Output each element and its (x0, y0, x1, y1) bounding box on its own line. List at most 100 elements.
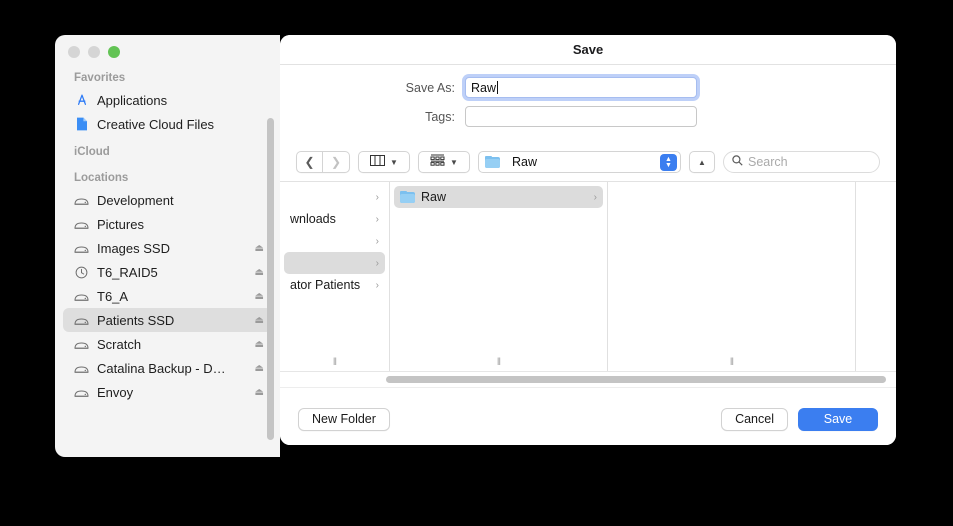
browser-column-3[interactable]: ‖ (608, 182, 856, 371)
drive-icon (73, 339, 90, 350)
sidebar-item-development[interactable]: Development (63, 188, 272, 212)
drive-icon (73, 243, 90, 254)
sidebar-item-images-ssd[interactable]: Images SSD ⏏ (63, 236, 272, 260)
list-item-label: Raw (421, 190, 447, 204)
search-field[interactable]: Search (723, 151, 880, 173)
drive-icon (73, 315, 90, 326)
chevron-up-icon: ▲ (698, 157, 706, 167)
browser-column-1[interactable]: › wnloads › › › ator Patients › ‖ (280, 182, 390, 371)
text-caret (497, 81, 499, 94)
save-as-label: Save As: (405, 80, 455, 95)
sidebar-item-applications[interactable]: Applications (63, 88, 272, 112)
sidebar-item-label: Applications (97, 92, 168, 108)
eject-icon[interactable]: ⏏ (255, 291, 264, 302)
dialog-footer: New Folder Cancel Save (280, 388, 896, 445)
chevron-right-icon: › (375, 213, 379, 225)
column-view-icon (370, 153, 386, 171)
sidebar-item-t6-raid5[interactable]: T6_RAID5 ⏏ (63, 260, 272, 284)
group-by-icon (430, 153, 445, 171)
sidebar-item-catalina-backup[interactable]: Catalina Backup - D… ⏏ (63, 356, 272, 380)
view-mode-button[interactable]: ▼ (358, 151, 410, 173)
footer-actions: Cancel Save (721, 407, 878, 431)
list-item-label: ator Patients (290, 278, 361, 292)
sidebar-header-locations: Locations (74, 172, 129, 184)
sidebar-item-label: Envoy (97, 384, 134, 400)
cancel-button[interactable]: Cancel (721, 407, 788, 431)
tags-label: Tags: (425, 109, 455, 124)
column-resize-grip[interactable]: ‖ (730, 357, 734, 368)
sidebar-header-icloud: iCloud (74, 146, 110, 158)
dialog-titlebar: Save (280, 35, 896, 65)
new-folder-button[interactable]: New Folder (298, 407, 390, 431)
list-item[interactable]: › (284, 186, 385, 208)
sidebar-item-label: Patients SSD (97, 312, 175, 328)
save-form: Save As: Raw Tags: (280, 65, 896, 145)
drive-icon (73, 387, 90, 398)
column-resize-grip[interactable]: ‖ (497, 357, 501, 368)
chevron-right-icon: › (375, 279, 379, 291)
app-store-icon (73, 93, 90, 107)
sidebar-list: Favorites Applications Creative Cloud Fi… (55, 58, 280, 440)
eject-icon[interactable]: ⏏ (255, 339, 264, 350)
save-as-row: Save As: Raw (280, 77, 896, 98)
back-button[interactable]: ❮ (296, 151, 323, 173)
column-resize-grip[interactable]: ‖ (333, 357, 337, 368)
sidebar-scrollbar-thumb[interactable] (267, 118, 274, 440)
document-icon (73, 117, 90, 131)
chevron-right-icon: › (375, 257, 379, 269)
eject-icon[interactable]: ⏏ (255, 267, 264, 278)
chevron-down-icon: ▼ (390, 157, 398, 167)
sidebar-item-pictures[interactable]: Pictures (63, 212, 272, 236)
group-by-button[interactable]: ▼ (418, 151, 470, 173)
drive-icon (73, 363, 90, 374)
destination-popup-button[interactable]: Raw ▲ ▼ (478, 151, 681, 173)
drive-icon (73, 291, 90, 302)
list-item[interactable]: › (284, 230, 385, 252)
sidebar-item-label: Scratch (97, 336, 142, 352)
path-toolbar: ❮ ❯ ▼ ▼ Raw ▲ ▼ ▲ Search (280, 145, 896, 182)
horizontal-scrollbar[interactable] (280, 372, 896, 388)
chevron-right-icon: › (593, 191, 597, 203)
sidebar-item-scratch[interactable]: Scratch ⏏ (63, 332, 272, 356)
eject-icon[interactable]: ⏏ (255, 363, 264, 374)
list-item-selected[interactable]: › (284, 252, 385, 274)
sidebar-item-label: Creative Cloud Files (97, 116, 215, 132)
clock-icon (73, 266, 90, 279)
search-icon (732, 153, 743, 171)
tags-input[interactable] (465, 106, 697, 127)
eject-icon[interactable]: ⏏ (255, 387, 264, 398)
sidebar-item-label: T6_A (97, 288, 129, 304)
list-item-selected[interactable]: Raw › (394, 186, 603, 208)
list-item-label: wnloads (290, 212, 336, 226)
sidebar-item-label: Pictures (97, 216, 144, 232)
minimize-button[interactable] (88, 46, 100, 58)
browser-column-2[interactable]: Raw › ‖ (390, 182, 608, 371)
sidebar-item-creative-cloud-files[interactable]: Creative Cloud Files (63, 112, 272, 136)
nav-buttons: ❮ ❯ (296, 151, 350, 173)
list-item[interactable]: ator Patients › (284, 274, 385, 296)
eject-icon[interactable]: ⏏ (255, 315, 264, 326)
up-down-chevrons-icon[interactable]: ▲ ▼ (660, 154, 677, 171)
browser-column-4[interactable] (856, 182, 896, 371)
save-as-input[interactable]: Raw (465, 77, 697, 98)
sidebar-item-label: T6_RAID5 (97, 264, 158, 280)
save-button[interactable]: Save (798, 407, 878, 431)
screen: Save Save As: Raw Tags: ❮ ❯ ▼ ▼ Raw ▲ ▼ … (0, 0, 953, 526)
sidebar-item-patients-ssd[interactable]: Patients SSD ⏏ (63, 308, 272, 332)
eject-icon[interactable]: ⏏ (255, 243, 264, 254)
save-dialog: Save Save As: Raw Tags: ❮ ❯ ▼ ▼ Raw ▲ ▼ … (280, 35, 896, 445)
enclosing-folder-button[interactable]: ▲ (689, 151, 715, 173)
sidebar: Favorites Applications Creative Cloud Fi… (55, 35, 280, 457)
zoom-button[interactable] (108, 46, 120, 58)
list-item[interactable]: wnloads › (284, 208, 385, 230)
destination-label: Raw (512, 155, 538, 169)
scrollbar-thumb[interactable] (386, 376, 886, 383)
close-button[interactable] (68, 46, 80, 58)
drive-icon (73, 195, 90, 206)
sidebar-item-t6-a[interactable]: T6_A ⏏ (63, 284, 272, 308)
sidebar-item-envoy[interactable]: Envoy ⏏ (63, 380, 272, 404)
search-input[interactable]: Search (748, 155, 788, 169)
chevron-down-icon: ▼ (450, 157, 458, 167)
